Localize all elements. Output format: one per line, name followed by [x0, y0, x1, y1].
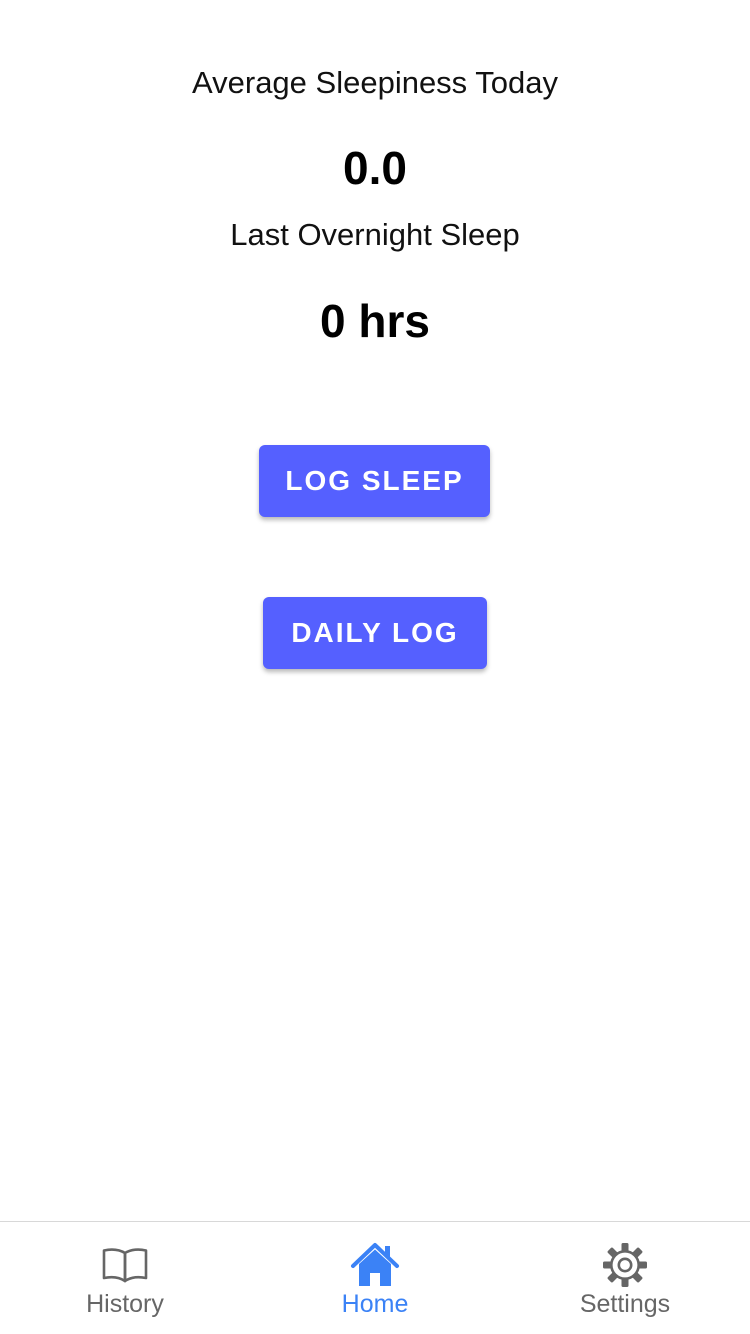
tab-home[interactable]: Home — [250, 1222, 500, 1334]
home-screen: Average Sleepiness Today 0.0 Last Overni… — [0, 0, 750, 1334]
daily-log-button[interactable]: DAILY LOG — [263, 597, 487, 669]
tab-history[interactable]: History — [0, 1222, 250, 1334]
gear-icon — [603, 1243, 647, 1287]
tab-history-label: History — [86, 1290, 164, 1318]
tab-home-label: Home — [341, 1290, 409, 1318]
book-open-icon — [102, 1248, 148, 1283]
tab-settings-label: Settings — [579, 1290, 671, 1318]
bottom-tab-bar: History Home Settings — [0, 1221, 750, 1334]
tab-settings[interactable]: Settings — [500, 1222, 750, 1334]
average-sleepiness-label: Average Sleepiness Today — [192, 65, 558, 100]
average-sleepiness-value: 0.0 — [343, 142, 407, 194]
last-overnight-sleep-value: 0 hrs — [320, 295, 430, 347]
log-sleep-button[interactable]: LOG SLEEP — [259, 445, 490, 517]
home-icon — [351, 1243, 399, 1286]
last-overnight-sleep-label: Last Overnight Sleep — [230, 217, 520, 252]
